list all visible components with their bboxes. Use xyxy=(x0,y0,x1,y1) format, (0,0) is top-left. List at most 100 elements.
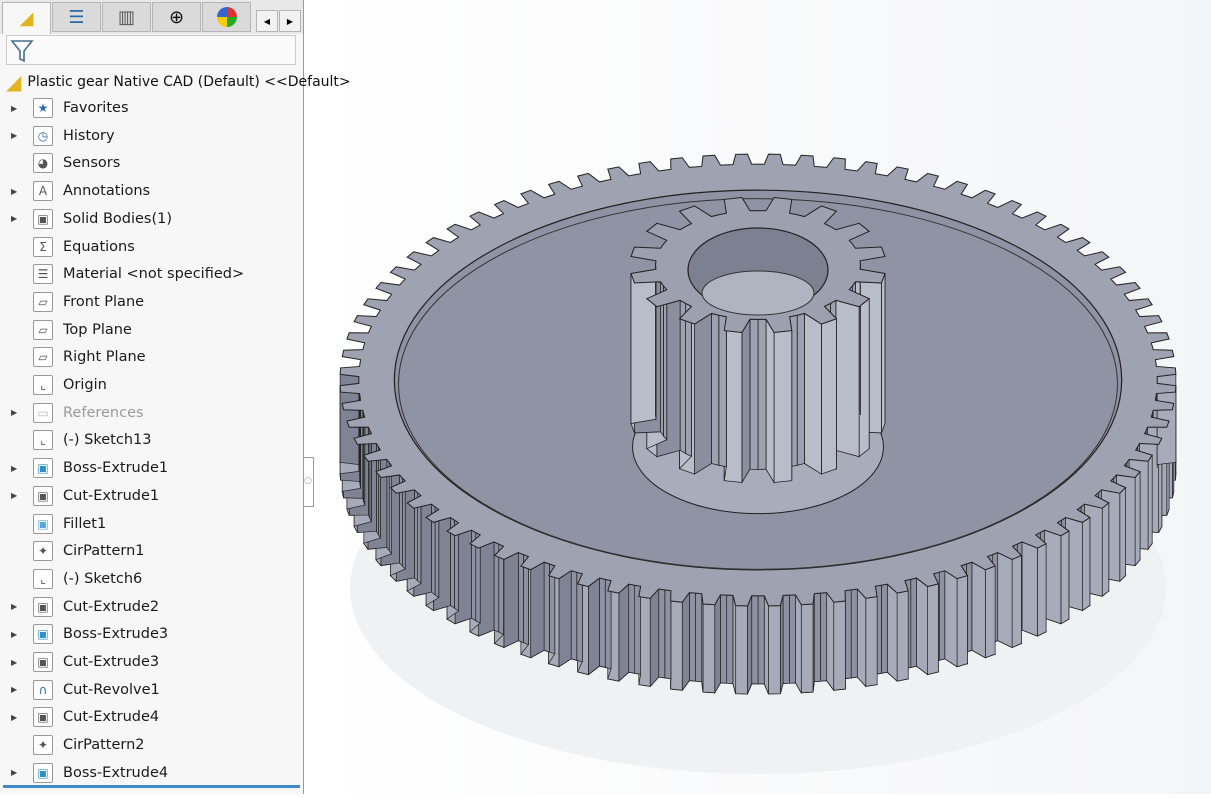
gear-tooth-face xyxy=(696,593,702,682)
gear-tooth-face xyxy=(1037,544,1046,636)
tree-item-label: CirPattern1 xyxy=(63,543,145,559)
tree-item[interactable]: ▣Fillet1 xyxy=(0,511,300,537)
tree-item[interactable]: ✦CirPattern1 xyxy=(0,538,300,564)
tree-root-part[interactable]: ◢ Plastic gear Native CAD (Default) <<De… xyxy=(6,70,351,94)
gear-model[interactable] xyxy=(314,0,1211,794)
gear-tooth-face xyxy=(752,596,758,684)
pinion-tooth-face xyxy=(766,319,774,482)
tree-item[interactable]: ΣEquations xyxy=(0,234,300,260)
tree-item[interactable]: ▶▣Solid Bodies(1) xyxy=(0,206,300,232)
tree-filter-input[interactable] xyxy=(6,35,296,65)
tree-item-label: Cut-Extrude4 xyxy=(63,709,159,725)
sensors-icon: ◕ xyxy=(33,153,53,173)
tabs-scroll-left[interactable]: ◀ xyxy=(256,10,278,32)
expand-arrow-icon[interactable]: ▶ xyxy=(11,602,17,611)
gear-tooth-face xyxy=(1083,517,1090,610)
gear-tooth-face xyxy=(866,597,877,687)
origin-icon: ⌞ xyxy=(33,375,53,395)
gear-tooth-face xyxy=(769,606,781,694)
crosshair-icon: ⊕ xyxy=(169,7,184,28)
tree-item[interactable]: ▶▣Cut-Extrude4 xyxy=(0,704,300,730)
tab-dimxpert[interactable]: ⊕ xyxy=(152,2,201,32)
tree-item-label: Cut-Extrude1 xyxy=(63,488,159,504)
tree-item-label: Origin xyxy=(63,377,107,393)
cut-extrude-icon: ▣ xyxy=(33,486,53,506)
cut-extrude-icon: ▣ xyxy=(33,597,53,617)
tab-configurationmanager[interactable]: ▥ xyxy=(102,2,151,32)
rollback-bar[interactable] xyxy=(3,785,300,788)
tree-item[interactable]: ▶ ▣ Cut-Extrude1 xyxy=(0,483,300,509)
gear-tooth-face xyxy=(605,579,611,668)
pinion-tooth-face xyxy=(774,331,792,483)
gear-tooth-face xyxy=(945,571,957,667)
tree-item[interactable]: ▱Front Plane xyxy=(0,289,300,315)
pinion-tooth-face xyxy=(686,303,692,456)
tree-item[interactable]: ☰ Material <not specified> xyxy=(0,261,300,287)
tree-item-label: Front Plane xyxy=(63,294,144,310)
tree-item-label: Boss-Extrude3 xyxy=(63,626,168,642)
gear-tooth-face xyxy=(504,553,518,648)
gear-tooth-face xyxy=(531,562,544,657)
solid-bodies-icon: ▣ xyxy=(33,209,53,229)
sketch-icon: ⌞ xyxy=(33,569,53,589)
tree-item[interactable]: ▱Right Plane xyxy=(0,344,300,370)
gear-tooth-face xyxy=(881,584,887,673)
tab-featuremanager[interactable]: ◢ xyxy=(2,2,51,34)
tree-item[interactable]: ⌞ Origin xyxy=(0,372,300,398)
appearance-sphere-icon xyxy=(217,7,237,27)
tree-item[interactable]: ▶∩Cut-Revolve1 xyxy=(0,677,300,703)
tree-item[interactable]: ▶▣Boss-Extrude4 xyxy=(0,760,300,786)
expand-arrow-icon[interactable]: ▶ xyxy=(11,214,17,223)
expand-arrow-icon[interactable]: ▶ xyxy=(11,131,17,140)
tree-item[interactable]: ▶▭References xyxy=(0,400,300,426)
gear-tooth-face xyxy=(1061,531,1069,624)
tree-item[interactable]: ▶▣Boss-Extrude1 xyxy=(0,455,300,481)
tree-item[interactable]: ▶◷History xyxy=(0,123,300,149)
expand-arrow-icon[interactable]: ▶ xyxy=(11,630,17,639)
gear-tooth-face xyxy=(764,596,768,694)
boss-extrude-icon: ▣ xyxy=(33,458,53,478)
material-icon: ☰ xyxy=(33,264,53,284)
grip-icon: ○ xyxy=(304,476,312,486)
gear-tooth-face xyxy=(733,595,736,693)
circular-pattern-icon: ✦ xyxy=(33,735,53,755)
expand-arrow-icon[interactable]: ▶ xyxy=(11,464,17,473)
gear-tooth-face xyxy=(917,578,928,674)
gear-tooth-face xyxy=(629,584,635,673)
tree-item[interactable]: ▱Top Plane xyxy=(0,317,300,343)
tree-item[interactable]: ◕Sensors xyxy=(0,150,300,176)
expand-arrow-icon[interactable]: ▶ xyxy=(11,768,17,777)
tree-item[interactable]: ▶▣Boss-Extrude3 xyxy=(0,621,300,647)
expand-arrow-icon[interactable]: ▶ xyxy=(11,491,17,500)
expand-arrow-icon[interactable]: ▶ xyxy=(11,685,17,694)
tree-item[interactable]: ✦CirPattern2 xyxy=(0,732,300,758)
graphics-area[interactable] xyxy=(314,0,1211,794)
expand-arrow-icon[interactable]: ▶ xyxy=(11,187,17,196)
tree-item[interactable]: ▶AAnnotations xyxy=(0,178,300,204)
tab-propertymanager[interactable]: ☰ xyxy=(52,2,101,32)
expand-arrow-icon[interactable]: ▶ xyxy=(11,658,17,667)
tree-item-label: History xyxy=(63,128,115,144)
pinion-tooth-face xyxy=(712,313,719,465)
tree-item[interactable]: ⌞(-) Sketch6 xyxy=(0,566,300,592)
panel-splitter[interactable]: ○ xyxy=(303,457,314,507)
gear-tooth-face xyxy=(599,578,605,667)
tab-display-manager[interactable] xyxy=(202,2,251,32)
tree-item[interactable]: ▶★Favorites xyxy=(0,95,300,121)
tree-item[interactable]: ▶▣Cut-Extrude2 xyxy=(0,594,300,620)
gear-tooth-face xyxy=(796,595,802,693)
tree-item-label: Material <not specified> xyxy=(63,266,244,282)
gear-tooth-face xyxy=(559,571,571,667)
expand-arrow-icon[interactable]: ▶ xyxy=(11,104,17,113)
tree-item[interactable]: ⌞(-) Sketch13 xyxy=(0,427,300,453)
gear-tooth-face xyxy=(588,578,599,674)
tree-item-label: Favorites xyxy=(63,100,129,116)
arrow-left-icon: ◀ xyxy=(264,17,270,26)
tree-item[interactable]: ▶▣Cut-Extrude3 xyxy=(0,649,300,675)
expand-arrow-icon[interactable]: ▶ xyxy=(11,408,17,417)
expand-arrow-icon[interactable]: ▶ xyxy=(11,713,17,722)
tabs-scroll-right[interactable]: ▶ xyxy=(279,10,301,32)
tree-item-label: Cut-Revolve1 xyxy=(63,682,160,698)
part-icon: ◢ xyxy=(20,8,34,29)
gear-tooth-face xyxy=(834,601,846,690)
